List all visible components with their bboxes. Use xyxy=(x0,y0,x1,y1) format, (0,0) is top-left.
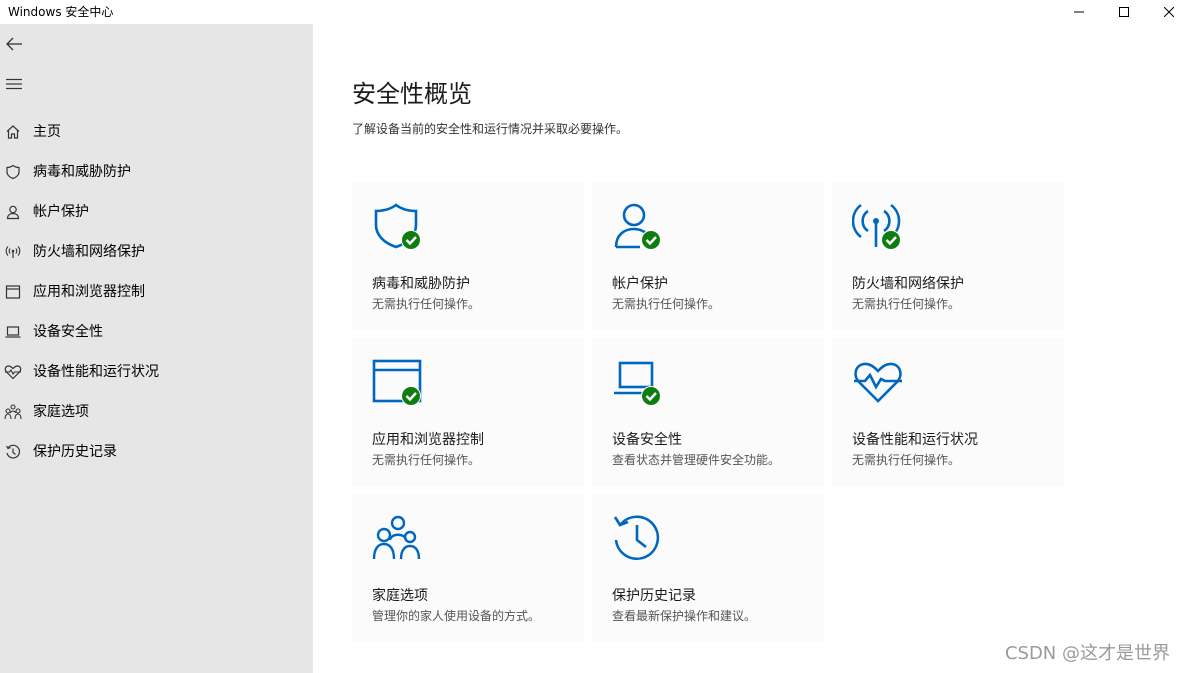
card-title: 保护历史记录 xyxy=(612,588,696,604)
check-badge-icon xyxy=(882,231,900,249)
card-virus-protection[interactable]: 病毒和威胁防护 无需执行任何操作。 xyxy=(352,183,584,331)
card-app-browser-control[interactable]: 应用和浏览器控制 无需执行任何操作。 xyxy=(352,339,584,487)
sidebar-item-label: 保护历史记录 xyxy=(33,444,117,460)
page-subtitle: 了解设备当前的安全性和运行情况并采取必要操作。 xyxy=(352,122,629,136)
check-badge-icon xyxy=(642,231,660,249)
wireless-signal-icon xyxy=(852,203,901,250)
check-badge-icon xyxy=(402,231,420,249)
sidebar-item-label: 设备性能和运行状况 xyxy=(33,364,159,380)
check-badge-icon xyxy=(642,387,660,405)
card-title: 设备性能和运行状况 xyxy=(852,432,978,448)
minimize-button[interactable] xyxy=(1056,0,1102,24)
shield-icon xyxy=(374,203,421,250)
card-family-options[interactable]: 家庭选项 管理你的家人使用设备的方式。 xyxy=(352,495,584,643)
sidebar-item-label: 主页 xyxy=(33,124,61,140)
sidebar-item-label: 病毒和威胁防护 xyxy=(33,164,131,180)
sidebar-item-label: 防火墙和网络保护 xyxy=(33,244,145,260)
watermark: CSDN @这才是世界 xyxy=(1004,643,1170,664)
sidebar-item-firewall[interactable]: 防火墙和网络保护 xyxy=(0,232,313,272)
card-device-performance[interactable]: 设备性能和运行状况 无需执行任何操作。 xyxy=(832,339,1064,487)
check-badge-icon xyxy=(402,387,420,405)
maximize-icon xyxy=(1119,7,1129,17)
card-description: 管理你的家人使用设备的方式。 xyxy=(372,609,541,623)
browser-window-icon xyxy=(372,359,422,406)
card-title: 家庭选项 xyxy=(372,588,428,604)
laptop-icon xyxy=(4,323,22,341)
card-description: 无需执行任何操作。 xyxy=(372,453,481,467)
sidebar-item-virus-protection[interactable]: 病毒和威胁防护 xyxy=(0,152,313,192)
close-button[interactable] xyxy=(1146,0,1186,24)
heart-pulse-icon xyxy=(4,363,22,381)
minimize-icon xyxy=(1074,11,1084,13)
card-title: 帐户保护 xyxy=(612,276,668,292)
card-title: 病毒和威胁防护 xyxy=(372,276,470,292)
history-icon xyxy=(613,515,660,561)
back-arrow-icon xyxy=(6,37,22,51)
main-content: 安全性概览 了解设备当前的安全性和运行情况并采取必要操作。 病毒和威胁防护 无需… xyxy=(313,24,1186,673)
card-description: 无需执行任何操作。 xyxy=(612,297,721,311)
person-icon xyxy=(4,203,22,221)
heart-pulse-icon xyxy=(854,362,902,403)
sidebar-item-label: 家庭选项 xyxy=(33,404,89,420)
menu-button[interactable] xyxy=(3,73,25,95)
shield-icon xyxy=(4,163,22,181)
sidebar-item-account-protection[interactable]: 帐户保护 xyxy=(0,192,313,232)
family-icon xyxy=(4,403,22,421)
card-title: 防火墙和网络保护 xyxy=(852,276,964,292)
sidebar-item-app-browser-control[interactable]: 应用和浏览器控制 xyxy=(0,272,313,312)
card-device-security[interactable]: 设备安全性 查看状态并管理硬件安全功能。 xyxy=(592,339,824,487)
sidebar-item-protection-history[interactable]: 保护历史记录 xyxy=(0,432,313,472)
sidebar-item-label: 帐户保护 xyxy=(33,204,89,220)
history-icon xyxy=(4,443,22,461)
sidebar-item-label: 设备安全性 xyxy=(33,324,103,340)
close-icon xyxy=(1164,7,1174,17)
sidebar: 主页 病毒和威胁防护 帐户保护 防火墙和网络保护 应用和浏览器控制 设备安全性 … xyxy=(0,24,313,673)
sidebar-item-family-options[interactable]: 家庭选项 xyxy=(0,392,313,432)
card-description: 无需执行任何操作。 xyxy=(852,453,961,467)
hamburger-menu-icon xyxy=(6,78,22,90)
back-button[interactable] xyxy=(3,33,25,55)
card-description: 查看最新保护操作和建议。 xyxy=(612,609,757,623)
laptop-icon xyxy=(614,361,661,406)
person-icon xyxy=(614,203,661,250)
card-description: 无需执行任何操作。 xyxy=(852,297,961,311)
card-title: 应用和浏览器控制 xyxy=(372,432,484,448)
home-icon xyxy=(4,123,22,141)
browser-window-icon xyxy=(4,283,22,301)
card-description: 查看状态并管理硬件安全功能。 xyxy=(612,453,781,467)
sidebar-item-device-security[interactable]: 设备安全性 xyxy=(0,312,313,352)
sidebar-item-home[interactable]: 主页 xyxy=(0,112,313,152)
sidebar-item-device-performance[interactable]: 设备性能和运行状况 xyxy=(0,352,313,392)
card-firewall[interactable]: 防火墙和网络保护 无需执行任何操作。 xyxy=(832,183,1064,331)
card-account-protection[interactable]: 帐户保护 无需执行任何操作。 xyxy=(592,183,824,331)
card-title: 设备安全性 xyxy=(612,432,682,448)
security-center-window: Windows 安全中心 主页 病毒和威胁防护 帐户保护 防火墙和网络保护 应用… xyxy=(0,0,1186,673)
family-icon xyxy=(372,515,421,560)
page-title: 安全性概览 xyxy=(352,80,472,108)
window-title: Windows 安全中心 xyxy=(8,5,114,19)
card-protection-history[interactable]: 保护历史记录 查看最新保护操作和建议。 xyxy=(592,495,824,643)
sidebar-nav: 主页 病毒和威胁防护 帐户保护 防火墙和网络保护 应用和浏览器控制 设备安全性 … xyxy=(0,112,313,472)
wireless-signal-icon xyxy=(4,243,22,261)
sidebar-item-label: 应用和浏览器控制 xyxy=(33,284,145,300)
title-bar: Windows 安全中心 xyxy=(0,0,1186,24)
maximize-button[interactable] xyxy=(1101,0,1147,24)
card-description: 无需执行任何操作。 xyxy=(372,297,481,311)
